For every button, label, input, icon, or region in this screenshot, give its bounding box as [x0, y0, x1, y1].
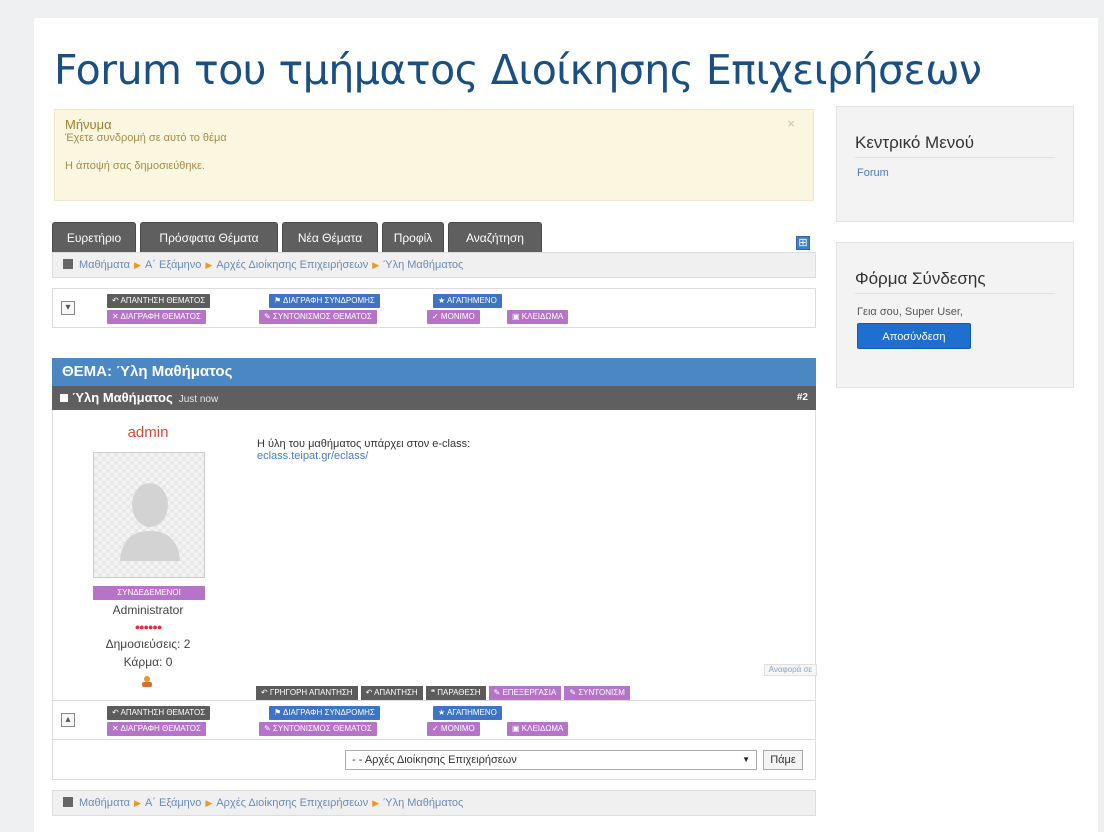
quick-reply-button[interactable]: ↶ ΓΡΗΓΟΡΗ ΑΠΑΝΤΗΣΗ	[256, 686, 358, 700]
online-badge: ΣΥΝΔΕΔΕΜΕΝΟΙ	[93, 586, 205, 600]
reply-button[interactable]: ↶ ΑΠΑΝΤΗΣΗ	[360, 686, 423, 700]
expand-toggle[interactable]: ▴	[61, 713, 75, 727]
sticky-button[interactable]: ✓ ΜΟΝΙΜΟ	[427, 722, 480, 736]
breadcrumb-item[interactable]: Αρχές Διοίκησης Επιχειρήσεων	[216, 259, 368, 271]
breadcrumb: Μαθήματα ▶ Α΄ Εξάμηνο ▶ Αρχές Διοίκησης Επιχ…	[52, 252, 816, 278]
rank-icon: ●●●●●●	[134, 622, 163, 632]
chevron-right-icon: ▶	[134, 798, 141, 808]
divider	[855, 293, 1055, 294]
quote-button[interactable]: ❝ ΠΑΡΑΘΕΣΗ	[425, 686, 486, 700]
login-module: Φόρμα Σύνδεσης Γεια σου, Super User, Απο…	[836, 242, 1074, 388]
post-body: admin ΣΥΝΔΕΔΕΜΕΝΟΙ Administrator ●●●●●● …	[52, 410, 817, 700]
sticky-button[interactable]: ✓ ΜΟΝΙΜΟ	[427, 310, 480, 324]
lock-button[interactable]: ▣ ΚΛΕΙΔΩΜΑ	[507, 310, 569, 324]
user-profile-icon[interactable]	[141, 675, 153, 687]
main-menu-module: Κεντρικό Μενού Forum	[836, 106, 1074, 222]
alert-posted-text: Η άποψή σας δημοσιεύθηκε.	[65, 160, 205, 172]
breadcrumb-item[interactable]: Α΄ Εξάμηνο	[145, 259, 201, 271]
user-karma: Κάρμα: 0	[123, 655, 173, 669]
login-form-title: Φόρμα Σύνδεσης	[855, 269, 986, 288]
delete-topic-button[interactable]: ✕ ΔΙΑΓΡΑΦΗ ΘΕΜΑΤΟΣ	[107, 722, 206, 736]
site-title: Forum του τμήματος Διοίκησης Επιχειρήσεω…	[54, 46, 982, 94]
breadcrumb-item[interactable]: Μαθήματα	[79, 797, 130, 809]
menu-item-forum[interactable]: Forum	[857, 167, 889, 179]
tab-profile[interactable]: Προφίλ	[382, 222, 444, 252]
delete-topic-button[interactable]: ✕ ΔΙΑΓΡΑΦΗ ΘΕΜΑΤΟΣ	[107, 310, 206, 324]
page: Forum του τμήματος Διοίκησης Επιχειρήσεω…	[34, 18, 1098, 832]
breadcrumb-item[interactable]: Ύλη Μαθήματος	[383, 797, 463, 809]
favorite-button[interactable]: ★ ΑΓΑΠΗΜΕΝΟ	[433, 706, 502, 720]
tab-index[interactable]: Ευρετήριο	[52, 222, 136, 252]
topic-header: ΘΕΜΑ: Ύλη Μαθήματος	[52, 358, 816, 386]
post-actions: ↶ ΓΡΗΓΟΡΗ ΑΠΑΝΤΗΣΗ ↶ ΑΠΑΝΤΗΣΗ ❝ ΠΑΡΑΘΕΣΗ ✎ …	[256, 682, 816, 700]
post-author-name[interactable]: admin	[53, 424, 243, 441]
alert-heading: Μήνυμα	[65, 117, 112, 132]
user-role: Administrator	[112, 603, 184, 617]
reply-topic-button[interactable]: ↶ ΑΠΑΝΤΗΣΗ ΘΕΜΑΤΟΣ	[107, 706, 211, 720]
post-header: Ύλη Μαθήματος Just now #2	[52, 386, 816, 410]
user-greeting: Γεια σου, Super User,	[857, 306, 963, 318]
forum-jump-selected: - - Αρχές Διοίκησης Επιχειρήσεων	[352, 754, 517, 766]
eclass-link[interactable]: eclass.teipat.gr/eclass/	[257, 450, 368, 462]
logout-button[interactable]: Αποσύνδεση	[857, 323, 971, 349]
forum-jump-select[interactable]: - - Αρχές Διοίκησης Επιχειρήσεων ▼	[345, 750, 757, 770]
go-button[interactable]: Πάμε	[763, 750, 803, 770]
user-silhouette-icon	[120, 483, 180, 561]
moderate-topic-button[interactable]: ✎ ΣΥΝΤΟΝΙΣΜΟΣ ΘΕΜΑΤΟΣ	[259, 722, 377, 736]
avatar[interactable]	[93, 452, 205, 578]
moderate-topic-button[interactable]: ✎ ΣΥΝΤΟΝΙΣΜΟΣ ΘΕΜΑΤΟΣ	[259, 310, 377, 324]
tab-new-topics[interactable]: Νέα Θέματα	[282, 222, 378, 252]
breadcrumb-bottom: Μαθήματα ▶ Α΄ Εξάμηνο ▶ Αρχές Διοίκησης Επιχ…	[52, 790, 816, 816]
message-alert: Μήνυμα Έχετε συνδρομή σε αυτό το θέμα Η …	[54, 109, 814, 201]
forum-tabs: Ευρετήριο Πρόσφατα Θέματα Νέα Θέματα Προ…	[52, 218, 816, 252]
chevron-right-icon: ▶	[372, 260, 380, 270]
unsubscribe-button[interactable]: ⚑ ΔΙΑΓΡΑΦΗ ΣΥΝΔΡΟΜΗΣ	[269, 294, 380, 308]
lock-button[interactable]: ▣ ΚΛΕΙΔΩΜΑ	[507, 722, 569, 736]
user-post-count: Δημοσιεύσεις: 2	[105, 637, 191, 651]
breadcrumb-item[interactable]: Αρχές Διοίκησης Επιχειρήσεων	[216, 797, 368, 809]
post-time: Just now	[178, 394, 219, 405]
forum-jump: - - Αρχές Διοίκησης Επιχειρήσεων ▼ Πάμε	[52, 740, 816, 780]
breadcrumb-item[interactable]: Α΄ Εξάμηνο	[145, 797, 201, 809]
chevron-down-icon: ▼	[742, 755, 750, 764]
breadcrumb-item[interactable]: Ύλη Μαθήματος	[383, 259, 463, 271]
breadcrumb-item[interactable]: Μαθήματα	[79, 259, 130, 271]
collapse-toggle[interactable]: ▾	[61, 301, 75, 315]
chevron-right-icon: ▶	[205, 798, 213, 808]
expand-icon[interactable]: ⊞	[796, 236, 810, 250]
edit-button[interactable]: ✎ ΕΠΕΞΕΡΓΑΣΙΑ	[488, 686, 562, 700]
post-author-panel: admin ΣΥΝΔΕΔΕΜΕΝΟΙ Administrator ●●●●●● …	[53, 410, 243, 700]
report-link[interactable]: Αναφορά σε	[763, 664, 817, 676]
tab-recent-topics[interactable]: Πρόσφατα Θέματα	[140, 222, 278, 252]
post-title[interactable]: Ύλη Μαθήματος	[72, 390, 173, 405]
post-icon	[60, 394, 68, 402]
forum-home-icon	[63, 259, 73, 269]
divider	[855, 157, 1055, 158]
forum-home-icon	[63, 797, 73, 807]
moderate-post-button[interactable]: ✎ ΣΥΝΤΟΝΙΣΜ	[564, 686, 630, 700]
tab-search[interactable]: Αναζήτηση	[448, 222, 542, 252]
post-content: Η ύλη του μαθήματος υπάρχει στον e-class…	[257, 438, 471, 450]
main-menu-title: Κεντρικό Μενού	[855, 133, 975, 152]
topic-actions-bottom: ▴ ↶ ΑΠΑΝΤΗΣΗ ΘΕΜΑΤΟΣ ⚑ ΔΙΑΓΡΑΦΗ ΣΥΝΔΡΟΜΗ…	[52, 700, 816, 740]
chevron-right-icon: ▶	[205, 260, 213, 270]
unsubscribe-button[interactable]: ⚑ ΔΙΑΓΡΑΦΗ ΣΥΝΔΡΟΜΗΣ	[269, 706, 380, 720]
alert-subscription-text: Έχετε συνδρομή σε αυτό το θέμα	[65, 132, 227, 144]
chevron-right-icon: ▶	[372, 798, 380, 808]
favorite-button[interactable]: ★ ΑΓΑΠΗΜΕΝΟ	[433, 294, 502, 308]
topic-actions-top: ▾ ↶ ΑΠΑΝΤΗΣΗ ΘΕΜΑΤΟΣ ⚑ ΔΙΑΓΡΑΦΗ ΣΥΝΔΡΟΜΗ…	[52, 288, 816, 328]
post-number[interactable]: #2	[797, 386, 808, 410]
reply-topic-button[interactable]: ↶ ΑΠΑΝΤΗΣΗ ΘΕΜΑΤΟΣ	[107, 294, 211, 308]
chevron-right-icon: ▶	[134, 260, 141, 270]
alert-close-button[interactable]: ×	[787, 116, 795, 131]
